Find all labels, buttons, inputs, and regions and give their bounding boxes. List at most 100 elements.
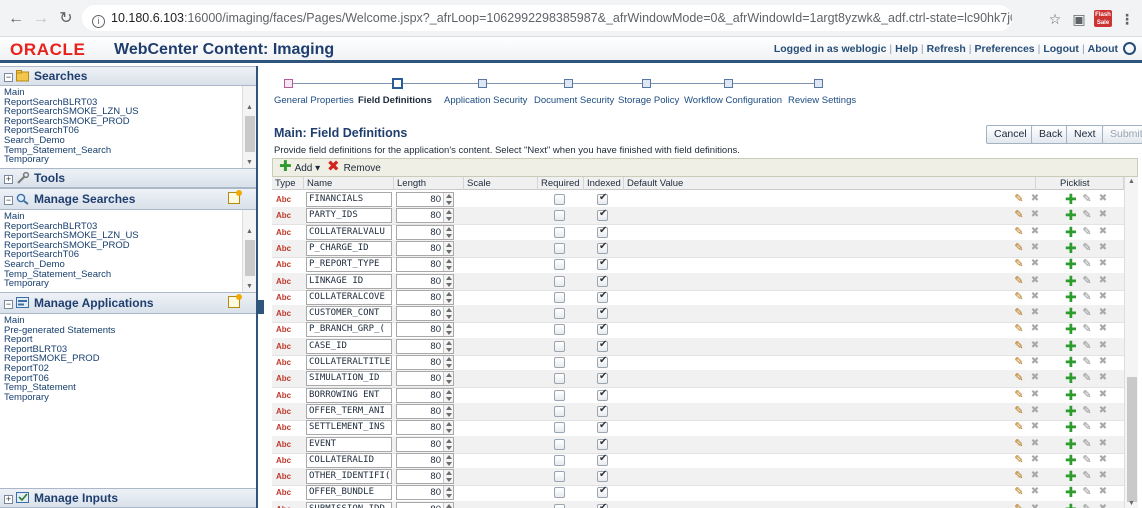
expand-icon[interactable]: +	[4, 495, 13, 504]
searches-header[interactable]: − Searches	[0, 66, 256, 86]
length-spinner[interactable]	[443, 193, 453, 206]
add-picklist-icon[interactable]: ✚	[1065, 241, 1077, 255]
train-stop-6[interactable]	[724, 79, 733, 88]
train-stop-3[interactable]	[478, 79, 487, 88]
delete-field-icon[interactable]: ✖	[1030, 389, 1040, 401]
scrollbar[interactable]: ▲ ▼	[242, 210, 256, 292]
delete-field-icon[interactable]: ✖	[1030, 454, 1040, 466]
delete-picklist-icon[interactable]: ✖	[1098, 209, 1108, 221]
train-label-storage-policy[interactable]: Storage Policy	[618, 95, 679, 106]
length-spinner[interactable]	[443, 388, 453, 402]
delete-field-icon[interactable]: ✖	[1030, 193, 1040, 205]
list-item[interactable]: Temporary	[4, 155, 256, 165]
collapse-icon[interactable]: −	[4, 300, 13, 309]
cancel-button[interactable]: Cancel	[986, 125, 1035, 144]
delete-field-icon[interactable]: ✖	[1030, 503, 1040, 508]
field-name-input[interactable]: SETTLEMENT_INS	[306, 420, 392, 436]
length-input[interactable]: 80	[396, 322, 454, 338]
tools-header[interactable]: + Tools	[0, 168, 256, 188]
train-label-document-security[interactable]: Document Security	[534, 95, 614, 106]
address-bar[interactable]: i 10.180.6.103:16000/imaging/faces/Pages/…	[82, 5, 1012, 31]
train-stop-2[interactable]	[392, 78, 403, 89]
required-checkbox[interactable]	[554, 242, 565, 254]
table-row[interactable]: Abc COLLATERALID 80 ✎ ✖ ✚ ✎ ✖	[272, 452, 1124, 470]
field-name-input[interactable]: EVENT	[306, 436, 392, 452]
delete-field-icon[interactable]: ✖	[1030, 226, 1040, 238]
edit-picklist-icon[interactable]: ✎	[1082, 209, 1092, 221]
table-row[interactable]: Abc P_REPORT_TYPE 80 ✎ ✖ ✚ ✎ ✖	[272, 256, 1124, 275]
delete-picklist-icon[interactable]: ✖	[1098, 340, 1108, 352]
edit-pencil-icon[interactable]: ✎	[1014, 275, 1024, 287]
field-name-input[interactable]: COLLATERALTITLE	[306, 355, 392, 370]
required-checkbox[interactable]	[554, 210, 565, 222]
add-picklist-icon[interactable]: ✚	[1065, 437, 1077, 451]
length-input[interactable]: 80	[396, 387, 454, 403]
edit-picklist-icon[interactable]: ✎	[1082, 193, 1092, 205]
edit-picklist-icon[interactable]: ✎	[1082, 242, 1092, 254]
train-stop-1[interactable]	[284, 79, 293, 88]
delete-picklist-icon[interactable]: ✖	[1098, 372, 1108, 384]
delete-field-icon[interactable]: ✖	[1030, 405, 1040, 417]
indexed-checkbox[interactable]	[597, 453, 608, 466]
add-picklist-icon[interactable]: ✚	[1065, 355, 1077, 369]
indexed-checkbox[interactable]	[597, 355, 608, 368]
edit-picklist-icon[interactable]: ✎	[1082, 454, 1092, 466]
info-icon[interactable]: i	[92, 15, 105, 28]
next-button[interactable]: Next	[1066, 125, 1104, 144]
list-item[interactable]: Pre-generated Statements	[4, 325, 256, 336]
indexed-checkbox[interactable]	[597, 388, 608, 401]
field-name-input[interactable]: OFFER_BUNDLE	[306, 485, 392, 501]
edit-picklist-icon[interactable]: ✎	[1082, 486, 1092, 498]
edit-picklist-icon[interactable]: ✎	[1082, 438, 1092, 450]
length-input[interactable]: 80	[396, 371, 454, 387]
add-picklist-icon[interactable]: ✚	[1065, 371, 1077, 385]
edit-pencil-icon[interactable]: ✎	[1014, 486, 1024, 498]
add-picklist-icon[interactable]: ✚	[1065, 453, 1077, 467]
delete-picklist-icon[interactable]: ✖	[1098, 193, 1108, 205]
required-checkbox[interactable]	[554, 471, 565, 483]
add-picklist-icon[interactable]: ✚	[1065, 274, 1077, 288]
table-row[interactable]: Abc CUSTOMER_CONT 80 ✎ ✖ ✚ ✎ ✖	[272, 305, 1124, 324]
length-spinner[interactable]	[443, 470, 453, 484]
manage-inputs-header[interactable]: + Manage Inputs	[0, 488, 256, 508]
add-picklist-icon[interactable]: ✚	[1065, 290, 1077, 304]
length-spinner[interactable]	[443, 258, 453, 272]
submit-button[interactable]: Submit	[1102, 125, 1142, 144]
table-row[interactable]: Abc P_CHARGE_ID 80 ✎ ✖ ✚ ✎ ✖	[272, 239, 1124, 258]
required-checkbox[interactable]	[554, 308, 565, 320]
length-input[interactable]: 80	[396, 355, 454, 370]
bookmark-star-icon[interactable]: ☆	[1046, 9, 1064, 29]
length-spinner[interactable]	[443, 290, 453, 304]
forward-arrow-icon[interactable]: →	[31, 9, 51, 29]
edit-picklist-icon[interactable]: ✎	[1082, 291, 1092, 303]
length-input[interactable]: 80	[396, 208, 454, 224]
edit-picklist-icon[interactable]: ✎	[1082, 372, 1092, 384]
indexed-checkbox[interactable]	[597, 208, 608, 222]
manage-applications-header[interactable]: − Manage Applications	[0, 292, 256, 314]
about-link[interactable]: About	[1088, 43, 1118, 55]
preferences-link[interactable]: Preferences	[975, 43, 1035, 55]
length-input[interactable]: 80	[396, 403, 454, 419]
delete-picklist-icon[interactable]: ✖	[1098, 389, 1108, 401]
required-checkbox[interactable]	[554, 454, 565, 466]
edit-pencil-icon[interactable]: ✎	[1014, 258, 1024, 270]
delete-picklist-icon[interactable]: ✖	[1098, 438, 1108, 450]
table-row[interactable]: Abc LINKAGE ID 80 ✎ ✖ ✚ ✎ ✖	[272, 272, 1124, 291]
length-input[interactable]: 80	[396, 192, 454, 207]
edit-picklist-icon[interactable]: ✎	[1082, 405, 1092, 417]
length-spinner[interactable]	[443, 209, 453, 223]
length-input[interactable]: 80	[396, 224, 454, 240]
delete-field-icon[interactable]: ✖	[1030, 291, 1040, 303]
delete-field-icon[interactable]: ✖	[1030, 421, 1040, 433]
length-spinner[interactable]	[443, 356, 453, 369]
edit-pencil-icon[interactable]: ✎	[1014, 307, 1024, 319]
back-arrow-icon[interactable]: ←	[6, 9, 26, 29]
edit-picklist-icon[interactable]: ✎	[1082, 226, 1092, 238]
required-checkbox[interactable]	[554, 487, 565, 499]
indexed-checkbox[interactable]	[597, 371, 608, 385]
field-name-input[interactable]: PARTY_IDS	[306, 208, 392, 224]
delete-field-icon[interactable]: ✖	[1030, 486, 1040, 498]
field-name-input[interactable]: LINKAGE ID	[306, 273, 392, 289]
collapse-icon[interactable]: −	[4, 73, 13, 82]
required-checkbox[interactable]	[554, 275, 565, 287]
